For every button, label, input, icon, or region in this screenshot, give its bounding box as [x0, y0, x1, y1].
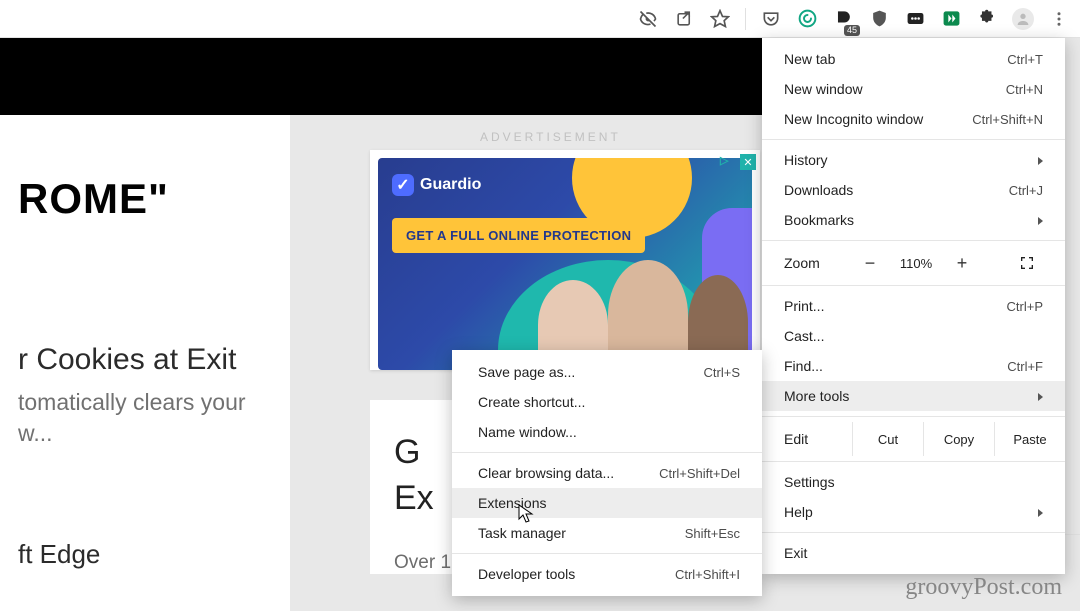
menu-bookmarks[interactable]: Bookmarks	[762, 205, 1065, 235]
submenu-task-manager[interactable]: Task managerShift+Esc	[452, 518, 762, 548]
ad-info-icon[interactable]: ▷	[720, 154, 736, 170]
edit-copy-button[interactable]: Copy	[923, 422, 994, 456]
chevron-right-icon	[1038, 504, 1043, 520]
ad-banner[interactable]: ✓ Guardio GET A FULL ONLINE PROTECTION ▷…	[370, 150, 760, 370]
grammarly-icon[interactable]	[794, 6, 820, 32]
menu-edit-row: Edit Cut Copy Paste	[762, 422, 1065, 456]
extension-badge: 45	[844, 25, 860, 36]
puzzle-icon[interactable]	[974, 6, 1000, 32]
menu-more-tools[interactable]: More tools	[762, 381, 1065, 411]
zoom-value: 110%	[888, 256, 944, 271]
menu-print[interactable]: Print...Ctrl+P	[762, 291, 1065, 321]
section-description: tomatically clears yourw...	[18, 387, 272, 449]
pocket-icon[interactable]	[758, 6, 784, 32]
submenu-create-shortcut[interactable]: Create shortcut...	[452, 387, 762, 417]
chevron-right-icon	[1038, 212, 1043, 228]
chevron-right-icon	[1038, 388, 1043, 404]
menu-downloads[interactable]: DownloadsCtrl+J	[762, 175, 1065, 205]
ad-label: ADVERTISEMENT	[480, 130, 621, 144]
menu-new-incognito[interactable]: New Incognito windowCtrl+Shift+N	[762, 104, 1065, 134]
submenu-clear-data[interactable]: Clear browsing data...Ctrl+Shift+Del	[452, 458, 762, 488]
share-icon[interactable]	[671, 6, 697, 32]
submenu-extensions[interactable]: Extensions	[452, 488, 762, 518]
menu-find[interactable]: Find...Ctrl+F	[762, 351, 1065, 381]
extension-play-icon[interactable]	[938, 6, 964, 32]
watermark: groovyPost.com	[905, 574, 1062, 601]
menu-settings[interactable]: Settings	[762, 467, 1065, 497]
submenu-save-page[interactable]: Save page as...Ctrl+S	[452, 357, 762, 387]
eye-off-icon[interactable]	[635, 6, 661, 32]
section-title: r Cookies at Exit	[18, 343, 272, 377]
ad-cta-button[interactable]: GET A FULL ONLINE PROTECTION	[392, 218, 645, 253]
ad-close-icon[interactable]: ✕	[740, 154, 756, 170]
profile-avatar[interactable]	[1010, 6, 1036, 32]
menu-new-window[interactable]: New windowCtrl+N	[762, 74, 1065, 104]
menu-cast[interactable]: Cast...	[762, 321, 1065, 351]
extension-dots-icon[interactable]	[902, 6, 928, 32]
edge-heading-fragment: ft Edge	[18, 539, 272, 570]
submenu-name-window[interactable]: Name window...	[452, 417, 762, 447]
chrome-main-menu: New tabCtrl+T New windowCtrl+N New Incog…	[762, 38, 1065, 574]
menu-zoom-row: Zoom − 110% +	[762, 246, 1065, 280]
menu-new-tab[interactable]: New tabCtrl+T	[762, 44, 1065, 74]
extension-d-icon[interactable]: 45	[830, 6, 856, 32]
fullscreen-icon[interactable]	[1019, 255, 1065, 271]
menu-exit[interactable]: Exit	[762, 538, 1065, 568]
browser-toolbar: 45	[0, 0, 1080, 38]
submenu-dev-tools[interactable]: Developer toolsCtrl+Shift+I	[452, 559, 762, 589]
page-header-band	[0, 38, 770, 115]
edit-paste-button[interactable]: Paste	[994, 422, 1065, 456]
chevron-right-icon	[1038, 152, 1043, 168]
toolbar-separator	[745, 8, 746, 30]
page-left-column: ROME" r Cookies at Exit tomatically clea…	[0, 115, 290, 611]
ad-brand: ✓ Guardio	[392, 174, 481, 196]
zoom-minus-button[interactable]: −	[852, 253, 888, 274]
star-icon[interactable]	[707, 6, 733, 32]
kebab-menu-icon[interactable]	[1046, 6, 1072, 32]
menu-history[interactable]: History	[762, 145, 1065, 175]
zoom-plus-button[interactable]: +	[944, 253, 980, 274]
ublock-icon[interactable]	[866, 6, 892, 32]
edit-cut-button[interactable]: Cut	[852, 422, 923, 456]
more-tools-submenu: Save page as...Ctrl+S Create shortcut...…	[452, 350, 762, 596]
shield-icon: ✓	[392, 174, 414, 196]
page-heading-fragment: ROME"	[18, 175, 272, 223]
menu-help[interactable]: Help	[762, 497, 1065, 527]
